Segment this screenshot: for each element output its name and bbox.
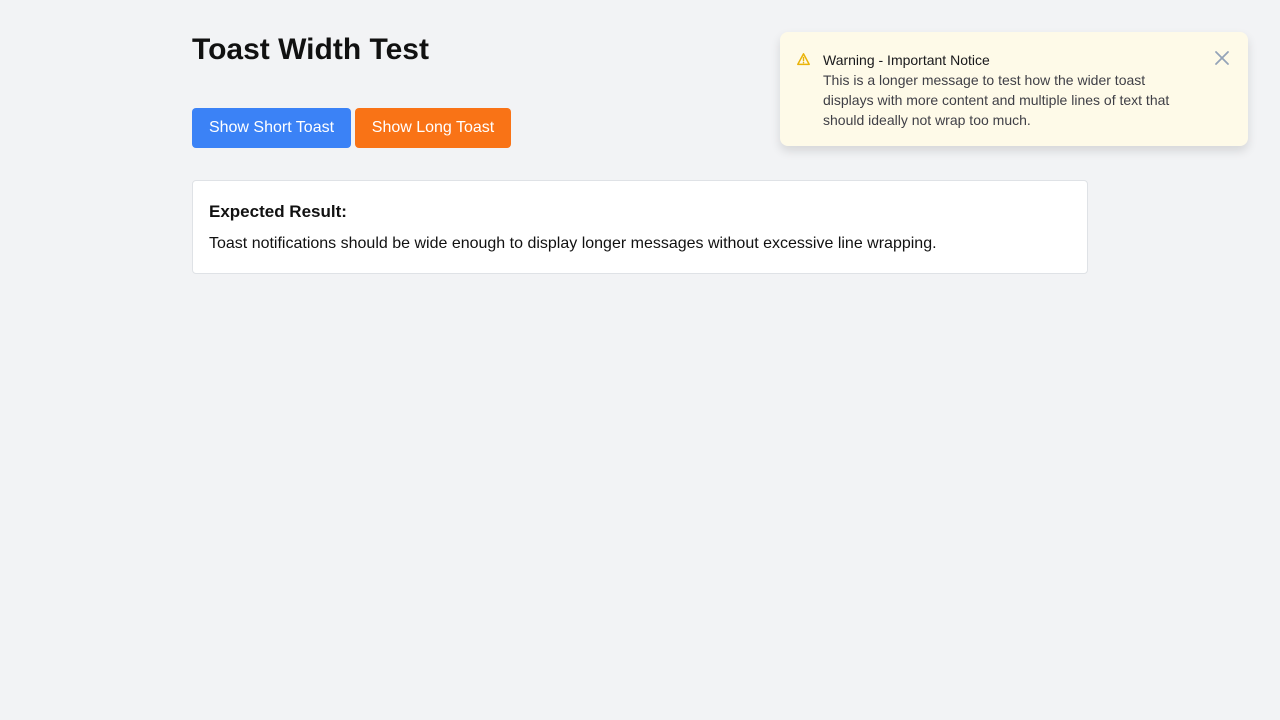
- toast-title: Warning - Important Notice: [823, 52, 990, 68]
- show-long-toast-button[interactable]: Show Long Toast: [355, 108, 511, 148]
- close-icon: [1214, 51, 1230, 69]
- expected-result-card: Expected Result: Toast notifications sho…: [192, 180, 1088, 274]
- toast-close-button[interactable]: [1214, 50, 1230, 66]
- toast-message: This is a longer message to test how the…: [823, 72, 1170, 128]
- toast-content: Warning - Important Notice This is a lon…: [823, 50, 1197, 130]
- warning-toast: Warning - Important Notice This is a lon…: [780, 32, 1248, 146]
- warning-icon: [796, 52, 811, 67]
- show-short-toast-button[interactable]: Show Short Toast: [192, 108, 351, 148]
- toast-width-test-page: Toast Width Test Show Short Toast Show L…: [0, 0, 1280, 720]
- expected-result-text: Toast notifications should be wide enoug…: [209, 235, 937, 252]
- expected-result-heading: Expected Result:: [209, 202, 347, 221]
